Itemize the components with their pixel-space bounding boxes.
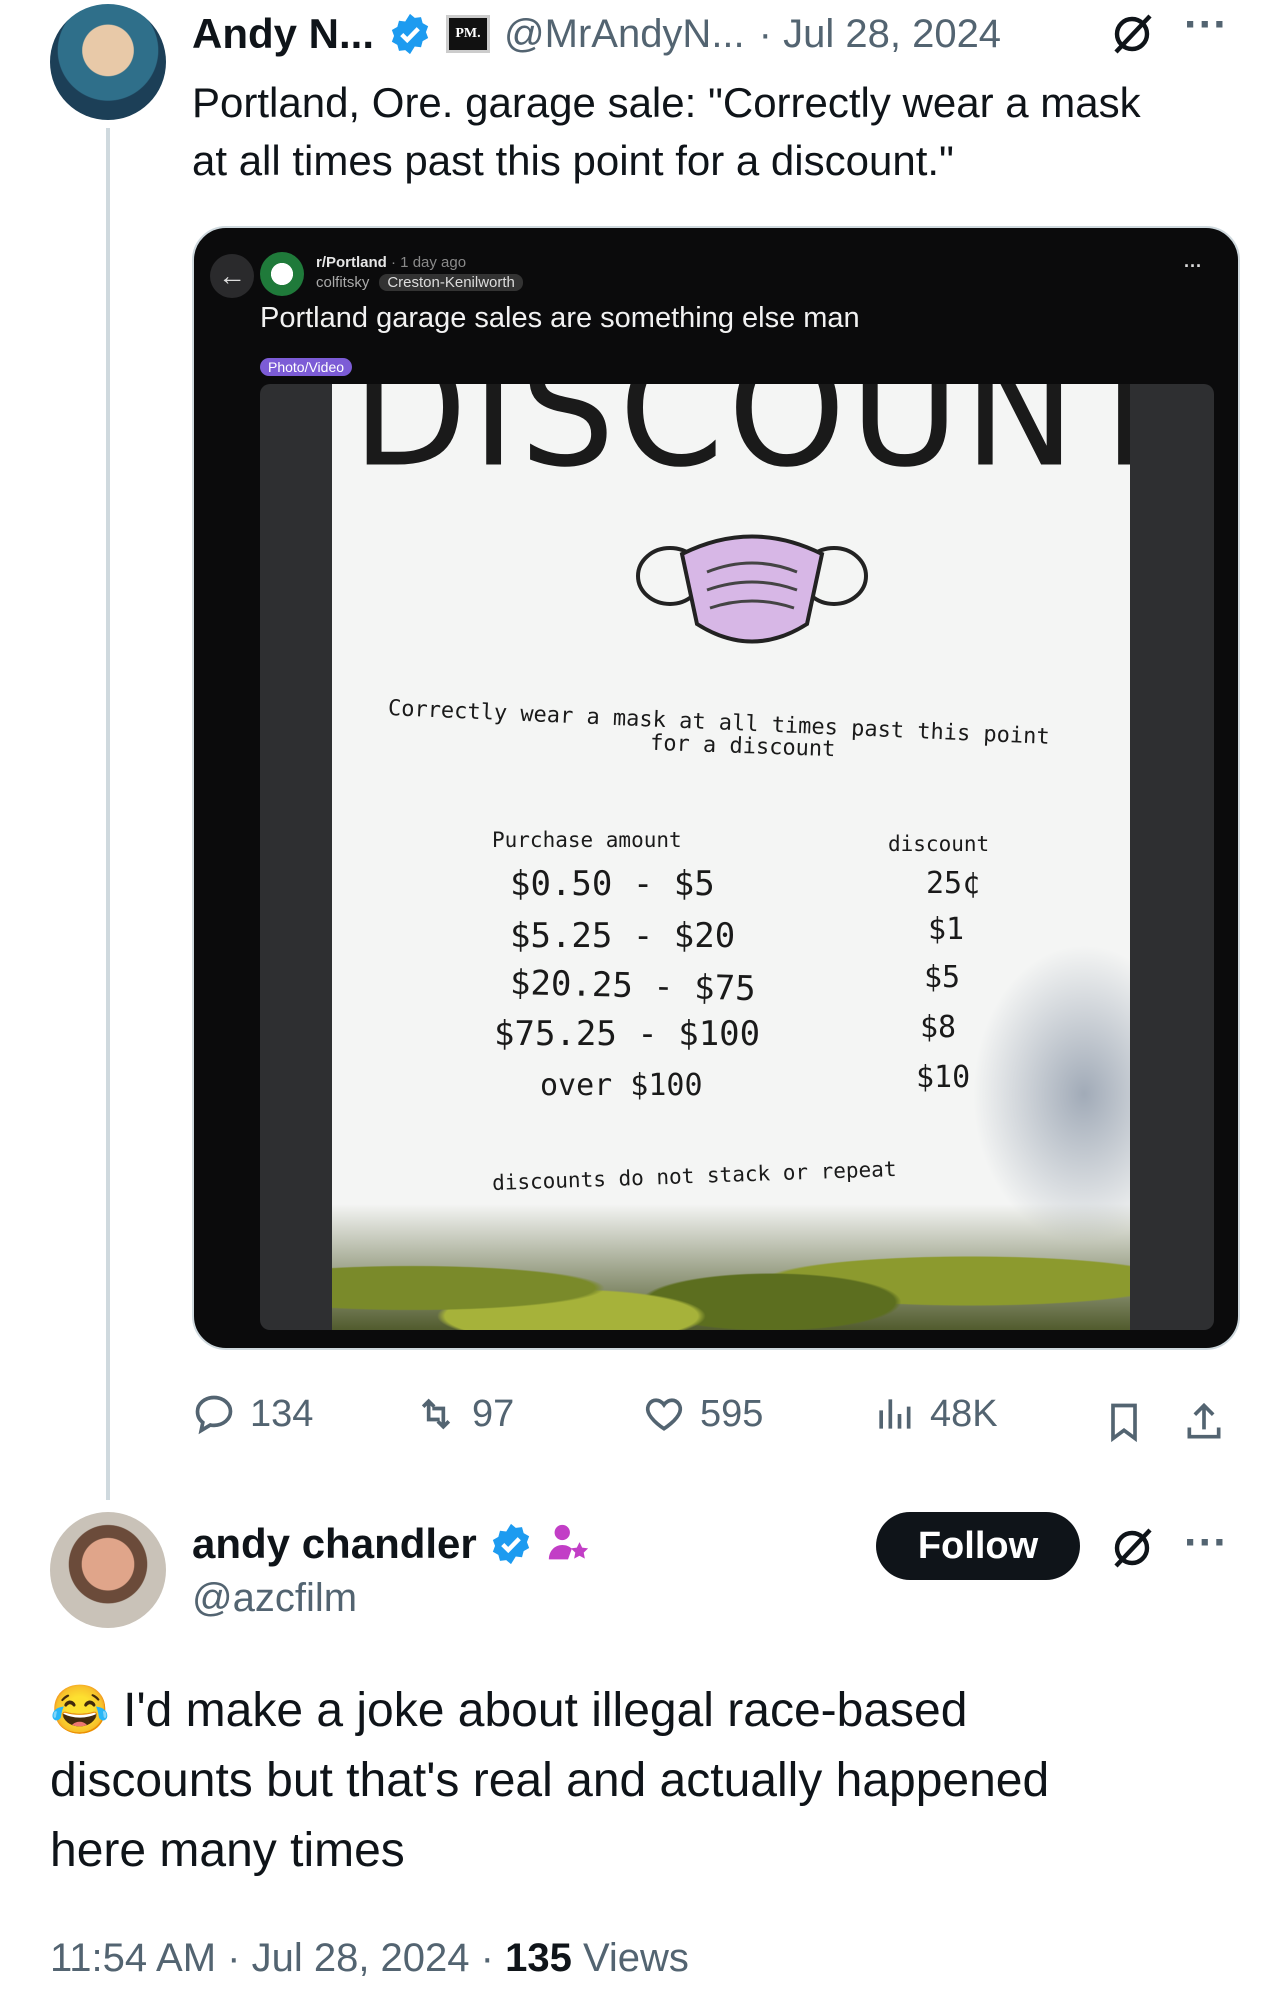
reddit-user-row: colfitsky Creston-Kenilworth (316, 274, 523, 291)
tweet-text-line2: at all times past this point for a disco… (192, 137, 954, 184)
mask-drawing-icon (636, 534, 868, 644)
back-arrow-icon: ← (210, 254, 254, 298)
reddit-more-icon: ··· (1184, 256, 1202, 276)
reply-timestamp-row: 11:54 AM · Jul 28, 2024 · 135 Views (50, 1936, 689, 1981)
sign-row-purchase: $5.25 - $20 (510, 916, 736, 956)
views-icon (879, 1399, 911, 1429)
repost-button[interactable]: 97 (414, 1392, 514, 1436)
verified-badge-icon (391, 13, 429, 55)
sign-row-purchase: $0.50 - $5 (510, 864, 715, 904)
reply-icon (195, 1395, 233, 1435)
reply-author-name[interactable]: andy chandler (192, 1520, 477, 1568)
reddit-username: colfitsky (316, 274, 370, 291)
reply-text-line3: here many times (50, 1824, 405, 1877)
reply-text-line1: 😂 I'd make a joke about illegal race-bas… (50, 1684, 968, 1737)
sign-row-purchase: $20.25 - $75 (509, 962, 757, 1010)
post-age: · 1 day ago (391, 254, 467, 271)
reply-button[interactable]: 134 (192, 1392, 313, 1436)
reply-text: 😂 I'd make a joke about illegal race-bas… (50, 1676, 1250, 1886)
tweet-text-line1: Portland, Ore. garage sale: "Correctly w… (192, 79, 1141, 126)
sign-row-discount: 25¢ (926, 866, 981, 901)
tweet-action-bar: 134 97 595 48K (192, 1392, 1236, 1452)
views-button[interactable]: 48K (872, 1392, 998, 1436)
more-icon[interactable]: ··· (1184, 0, 1228, 50)
author-handle[interactable]: @MrAndyN... (504, 12, 745, 57)
author-header: Andy N... PM. @MrAndyN... · Jul 28, 2024 (192, 6, 1001, 62)
like-count: 595 (700, 1392, 764, 1435)
sign-row-discount: $8 (920, 1010, 957, 1045)
views-count: 48K (930, 1392, 998, 1435)
bookmark-icon[interactable] (1102, 1400, 1146, 1444)
sign-col-discount: discount (888, 832, 990, 856)
subscriber-badge-icon (548, 1524, 588, 1560)
share-icon[interactable] (1182, 1400, 1226, 1444)
like-button[interactable]: 595 (642, 1392, 763, 1436)
reply-views-count: 135 (505, 1936, 572, 1980)
reply-avatar[interactable] (50, 1512, 166, 1628)
reply-handle[interactable]: @azcfilm (192, 1576, 357, 1621)
leaf-shadow (972, 944, 1130, 1244)
reddit-meta: r/Portland · 1 day ago (316, 254, 466, 271)
subreddit-name: r/Portland (316, 254, 387, 271)
subreddit-avatar (260, 252, 304, 296)
sign-line2: for a discount (649, 730, 836, 763)
author-name[interactable]: Andy N... (192, 10, 374, 58)
tweet-date[interactable]: · Jul 28, 2024 (759, 12, 1001, 57)
tweet-text: Portland, Ore. garage sale: "Correctly w… (192, 74, 1242, 190)
sign-footer: discounts do not stack or repeat (491, 1156, 897, 1196)
reply-timestamp[interactable]: 11:54 AM · Jul 28, 2024 · (50, 1936, 505, 1980)
reply-count: 134 (250, 1392, 314, 1435)
repost-icon (421, 1398, 451, 1430)
sign-row-purchase: $75.25 - $100 (494, 1014, 761, 1054)
sign-row-discount: $1 (928, 912, 965, 947)
sign-row-discount: $10 (916, 1060, 971, 1095)
more-icon[interactable]: ··· (1184, 1518, 1228, 1568)
thread-line (106, 128, 110, 1500)
reddit-post-title: Portland garage sales are something else… (260, 302, 860, 334)
grok-icon[interactable] (1108, 1524, 1156, 1572)
reply-views-label: Views (571, 1936, 689, 1980)
like-icon (645, 1398, 683, 1431)
verified-badge-icon (492, 1523, 529, 1565)
grok-icon[interactable] (1108, 10, 1156, 58)
repost-count: 97 (472, 1392, 515, 1435)
garage-sale-sign-photo: DISCOUNT Correctly wear a mask at all ti… (332, 384, 1130, 1330)
sign-header: DISCOUNT (352, 384, 1130, 503)
sign-col-purchase: Purchase amount (492, 828, 682, 852)
sign-row-purchase: over $100 (540, 1068, 703, 1103)
author-avatar[interactable] (50, 4, 166, 120)
reply-text-line2: discounts but that's real and actually h… (50, 1754, 1050, 1807)
laughing-emoji: 😂 (50, 1684, 110, 1737)
affiliate-badge[interactable]: PM. (446, 15, 491, 53)
user-flair: Creston-Kenilworth (379, 274, 523, 291)
post-flair-badge: Photo/Video (260, 358, 353, 376)
sign-row-discount: $5 (924, 960, 961, 995)
reply-header: andy chandler (192, 1516, 591, 1572)
follow-button[interactable]: Follow (876, 1512, 1080, 1580)
